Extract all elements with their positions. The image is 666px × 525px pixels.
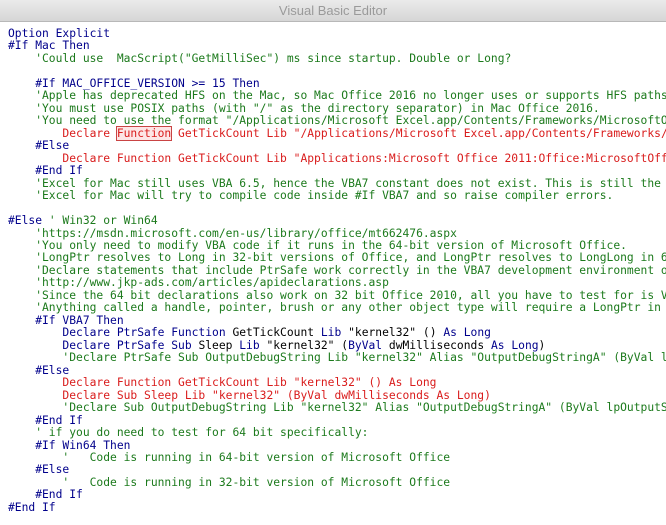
code-token: 'You must use POSIX paths (with "/" as t… xyxy=(8,101,600,115)
code-line[interactable]: #End If xyxy=(8,413,83,427)
code-line[interactable]: 'Excel for Mac still uses VBA 6.5, hence… xyxy=(8,176,666,190)
code-token: 'Declare Sub OutputDebugString Lib "kern… xyxy=(62,401,666,415)
code-line[interactable]: Declare PtrSafe Sub Sleep Lib "kernel32"… xyxy=(8,338,546,352)
code-token: ' Code is running in 64-bit version of M… xyxy=(8,450,451,464)
code-token: 'Could use MacScript("GetMilliSec") ms s… xyxy=(8,51,512,65)
code-token: ByVal xyxy=(348,338,389,352)
code-token: #If VBA7 Then xyxy=(8,313,124,327)
code-token: Declare Function GetTickCount Lib "kerne… xyxy=(8,376,437,390)
code-token: ' Code is running in 32-bit version of M… xyxy=(8,475,451,489)
code-token: 'LongPtr resolves to Long in 32-bit vers… xyxy=(35,251,666,265)
code-line[interactable]: Declare PtrSafe Function GetTickCount Li… xyxy=(8,327,491,339)
code-token: GetTickCount Lib "/Applications/Microsof… xyxy=(178,126,666,140)
code-token: 'Excel for Mac will try to compile code … xyxy=(8,189,614,203)
code-token: As Long xyxy=(490,338,539,352)
code-token: #End If xyxy=(8,413,83,427)
code-token: #If MAC_OFFICE_VERSION >= 15 Then xyxy=(8,76,260,90)
window-titlebar[interactable]: Visual Basic Editor xyxy=(0,0,666,22)
code-line[interactable]: #End If xyxy=(8,500,56,514)
code-token: ) xyxy=(538,338,546,352)
code-token: 'http://www.jkp-ads.com/articles/apidecl… xyxy=(8,276,389,290)
code-token: Lib xyxy=(320,326,349,340)
code-line[interactable]: Declare Function GetTickCount Lib "/Appl… xyxy=(8,125,666,141)
code-token: 'Anything called a handle, pointer, brus… xyxy=(35,301,661,315)
code-token: Declare PtrSafe Sub xyxy=(8,338,199,352)
code-line[interactable]: #End If xyxy=(8,489,83,501)
code-token: As Long xyxy=(443,326,491,340)
highlighted-error-token: Function xyxy=(115,125,173,141)
code-token: Declare xyxy=(8,126,117,140)
code-line[interactable]: 'Declare PtrSafe Sub OutputDebugString L… xyxy=(8,352,666,364)
code-token: #If Mac Then xyxy=(8,39,90,53)
code-line[interactable]: #Else xyxy=(8,140,69,152)
code-token: #Else xyxy=(8,139,70,153)
code-token: #Else xyxy=(8,214,43,228)
code-line[interactable]: ' if you do need to test for 64 bit spec… xyxy=(8,427,368,439)
code-token: 'Declare statements that include PtrSafe… xyxy=(35,263,666,277)
code-line[interactable]: 'You need to use the format "/Applicatio… xyxy=(8,115,666,127)
code-token: 'Apple has deprecated HFS on the Mac, so… xyxy=(8,89,666,103)
code-line[interactable]: #If Win64 Then xyxy=(8,438,131,452)
vbe-window: Visual Basic Editor Option Explicit #If M… xyxy=(0,0,666,525)
code-line[interactable]: 'Anything called a handle, pointer, brus… xyxy=(8,302,666,314)
code-line[interactable]: 'Declare statements that include PtrSafe… xyxy=(8,263,666,277)
code-line[interactable]: 'Since the 64 bit declarations also work… xyxy=(8,288,666,302)
code-token: GetTickCount xyxy=(232,326,321,340)
code-token: Declare Sub Sleep Lib "kernel32" (ByVal … xyxy=(8,388,491,402)
code-token: #End If xyxy=(8,500,56,514)
code-line[interactable]: 'Could use MacScript("GetMilliSec") ms s… xyxy=(8,51,512,65)
code-line[interactable]: 'LongPtr resolves to Long in 32-bit vers… xyxy=(8,252,666,264)
code-token: 'Declare PtrSafe Sub OutputDebugString L… xyxy=(62,351,666,365)
code-token: 'Since the 64 bit declarations also work… xyxy=(8,288,666,302)
code-token: 'You only need to modify VBA code if it … xyxy=(8,238,627,252)
code-line[interactable]: 'Excel for Mac will try to compile code … xyxy=(8,190,613,202)
code-line[interactable]: Declare Function GetTickCount Lib "Appli… xyxy=(8,151,666,165)
code-line[interactable]: Option Explicit xyxy=(8,28,110,40)
code-line[interactable]: #If Mac Then xyxy=(8,40,90,52)
code-token: Declare Function GetTickCount Lib "Appli… xyxy=(62,151,666,165)
code-token: 'You need to use the format "/Applicatio… xyxy=(35,114,666,128)
code-token: "kernel32" () xyxy=(348,326,444,340)
code-token: Lib xyxy=(239,338,267,352)
code-token: Option Explicit xyxy=(8,27,111,40)
code-token: 'https://msdn.microsoft.com/en-us/librar… xyxy=(8,226,457,240)
code-token: "kernel32" ( xyxy=(266,338,349,352)
code-editor[interactable]: Option Explicit #If Mac Then 'Could use M… xyxy=(0,23,666,525)
code-line[interactable]: 'Declare Sub OutputDebugString Lib "kern… xyxy=(8,402,666,414)
code-line[interactable]: ' Code is running in 64-bit version of M… xyxy=(8,450,451,464)
code-line[interactable]: ' Code is running in 32-bit version of M… xyxy=(8,475,451,489)
code-line[interactable]: #Else xyxy=(8,464,69,476)
code-line[interactable]: #If VBA7 Then xyxy=(8,313,124,327)
code-line[interactable]: Declare Function GetTickCount Lib "kerne… xyxy=(8,377,436,389)
code-token: 'Excel for Mac still uses VBA 6.5, hence… xyxy=(35,176,661,190)
code-line[interactable]: #End If xyxy=(8,165,83,177)
code-token: #Else xyxy=(8,463,70,477)
code-token: Sleep xyxy=(198,338,240,352)
code-token: ' if you do need to test for 64 bit spec… xyxy=(8,426,369,440)
code-token: #End If xyxy=(8,164,83,178)
code-token: Declare PtrSafe Function xyxy=(8,326,233,340)
code-line[interactable]: 'http://www.jkp-ads.com/articles/apidecl… xyxy=(8,277,389,289)
code-line[interactable]: #Else ' Win32 or Win64 xyxy=(8,215,158,227)
code-line[interactable]: 'https://msdn.microsoft.com/en-us/librar… xyxy=(8,226,457,240)
code-line[interactable]: 'Apple has deprecated HFS on the Mac, so… xyxy=(8,90,666,102)
code-token: ' Win32 or Win64 xyxy=(42,214,158,228)
code-line[interactable]: 'You only need to modify VBA code if it … xyxy=(8,238,627,252)
code-line[interactable]: 'You must use POSIX paths (with "/" as t… xyxy=(8,101,600,115)
code-token: #End If xyxy=(8,488,83,502)
code-token: dwMilliseconds xyxy=(388,338,491,352)
code-token: #If Win64 Then xyxy=(8,438,131,452)
code-line[interactable]: #If MAC_OFFICE_VERSION >= 15 Then xyxy=(8,76,260,90)
code-line[interactable]: Declare Sub Sleep Lib "kernel32" (ByVal … xyxy=(8,388,491,402)
code-line[interactable]: #Else xyxy=(8,363,70,377)
code-token: #Else xyxy=(8,363,70,377)
window-title: Visual Basic Editor xyxy=(278,3,388,18)
